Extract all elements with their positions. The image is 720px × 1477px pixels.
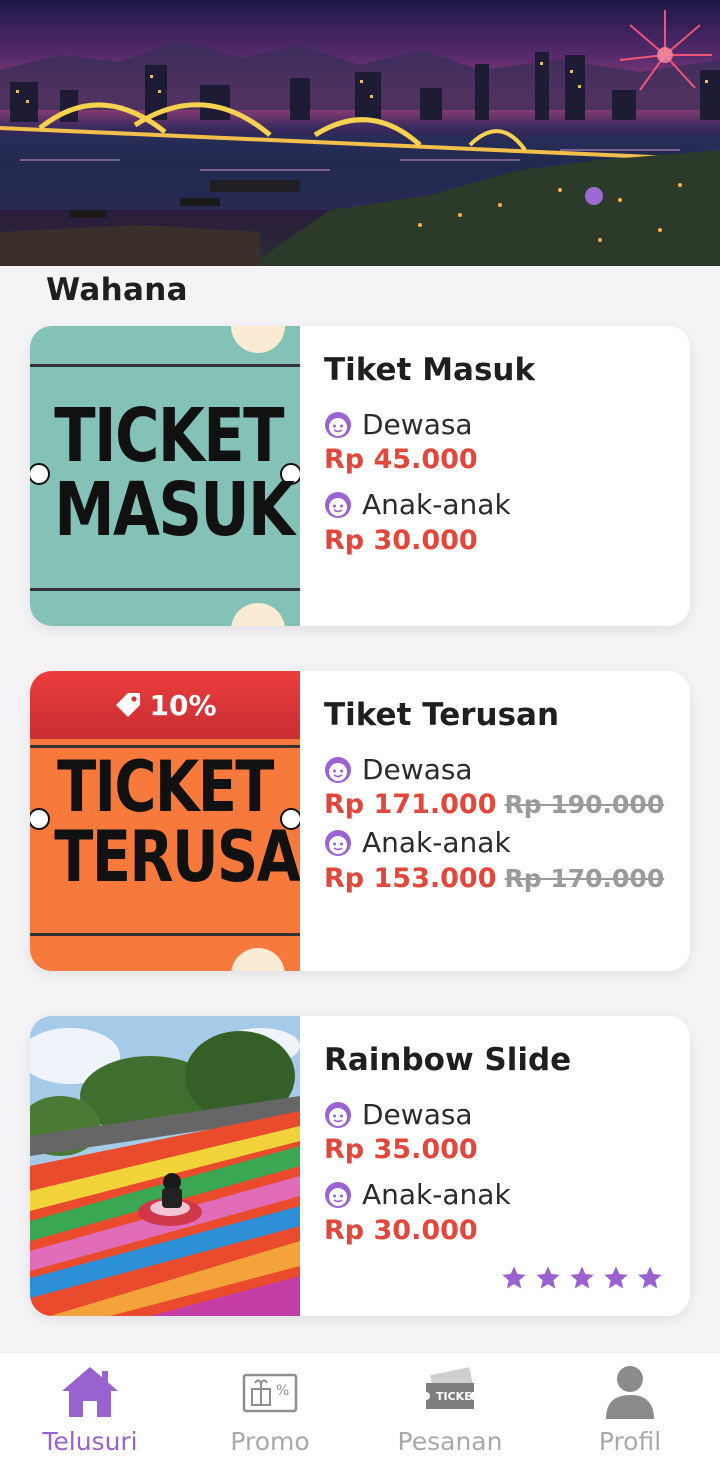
ticket-masuk-image: TICKET MASUK bbox=[30, 326, 300, 626]
promo-icon: % bbox=[242, 1373, 298, 1413]
nav-item-profil[interactable]: Profil bbox=[540, 1353, 720, 1477]
section-title: Wahana bbox=[46, 272, 188, 308]
adult-price-old: Rp 190.000 bbox=[504, 790, 665, 819]
child-label: Anak-anak bbox=[362, 1178, 511, 1211]
adult-label: Dewasa bbox=[362, 753, 473, 786]
hero-banner[interactable] bbox=[0, 0, 720, 266]
nav-item-pesanan[interactable]: TICKET Pesanan bbox=[360, 1353, 540, 1477]
home-icon bbox=[62, 1367, 118, 1417]
discount-label: 10% bbox=[149, 688, 217, 722]
ticket-terusan-image: TICKET TERUSAN 10% bbox=[30, 671, 300, 971]
child-price: Rp 153.000 bbox=[324, 863, 497, 894]
nav-label: Profil bbox=[598, 1427, 662, 1456]
child-icon bbox=[325, 1181, 351, 1208]
card-title: Tiket Masuk bbox=[324, 352, 536, 388]
bottom-navigation: Telusuri % Promo TICKET Pesanan Profil bbox=[0, 1352, 720, 1477]
city-night-illustration bbox=[0, 10, 720, 266]
star-icon bbox=[638, 1266, 662, 1289]
child-icon bbox=[325, 491, 351, 518]
discount-badge: 10% bbox=[30, 671, 300, 739]
ticket-image-text-1: TICKET bbox=[57, 746, 274, 828]
child-price: Rp 30.000 bbox=[324, 525, 478, 556]
card-title: Tiket Terusan bbox=[324, 697, 560, 733]
star-icon bbox=[604, 1266, 628, 1289]
tag-icon bbox=[116, 693, 141, 717]
ticket-image-text-2: TERUSAN bbox=[54, 816, 300, 898]
child-icon bbox=[325, 829, 351, 856]
star-icon bbox=[502, 1266, 526, 1289]
nav-item-telusuri[interactable]: Telusuri bbox=[0, 1353, 180, 1477]
svg-text:%: % bbox=[276, 1383, 289, 1399]
card-title: Rainbow Slide bbox=[324, 1042, 572, 1078]
child-price-old: Rp 170.000 bbox=[504, 864, 665, 893]
adult-price: Rp 171.000 bbox=[324, 789, 497, 820]
ride-card-tiket-terusan[interactable]: TICKET TERUSAN 10% Tiket Terusan Dewasa … bbox=[30, 671, 690, 971]
profile-icon bbox=[606, 1366, 654, 1419]
nav-label: Pesanan bbox=[397, 1427, 503, 1456]
adult-label: Dewasa bbox=[362, 408, 473, 441]
adult-price: Rp 35.000 bbox=[324, 1134, 478, 1165]
ticket-icon: TICKET bbox=[422, 1367, 480, 1409]
star-icon bbox=[570, 1266, 594, 1289]
ride-card-tiket-masuk[interactable]: TICKET MASUK Tiket Masuk Dewasa Rp 45.00… bbox=[30, 326, 690, 626]
child-label: Anak-anak bbox=[362, 826, 511, 859]
nav-item-promo[interactable]: % Promo bbox=[180, 1353, 360, 1477]
ride-card-rainbow-slide[interactable]: Rainbow Slide Dewasa Rp 35.000 Anak-anak… bbox=[30, 1016, 690, 1316]
adult-icon bbox=[325, 756, 351, 783]
rating-stars bbox=[500, 1264, 664, 1292]
child-price: Rp 30.000 bbox=[324, 1215, 478, 1246]
nav-label: Telusuri bbox=[42, 1427, 138, 1456]
star-icon bbox=[536, 1266, 560, 1289]
carousel-indicator-dot[interactable] bbox=[585, 187, 603, 205]
adult-price: Rp 45.000 bbox=[324, 444, 478, 475]
adult-label: Dewasa bbox=[362, 1098, 473, 1131]
adult-icon bbox=[325, 411, 351, 438]
rainbow-slide-photo bbox=[30, 1016, 300, 1316]
ticket-image-text-2: MASUK bbox=[54, 467, 295, 553]
ticket-image-text-1: TICKET bbox=[54, 393, 284, 479]
adult-icon bbox=[325, 1101, 351, 1128]
nav-label: Promo bbox=[230, 1427, 310, 1456]
child-label: Anak-anak bbox=[362, 488, 511, 521]
